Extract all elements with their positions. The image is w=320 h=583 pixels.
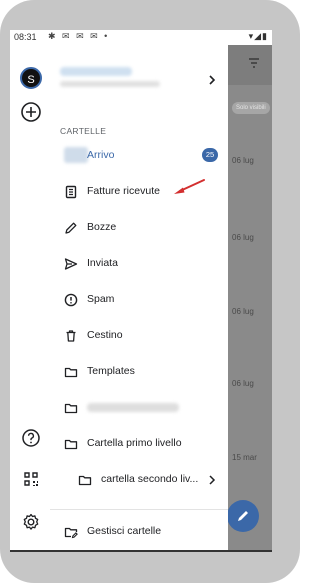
inbox-icon-redacted [64, 147, 88, 163]
folder-icon [64, 367, 78, 378]
message-date: 15 mar [232, 453, 257, 462]
account-rail: S [10, 45, 50, 550]
folder-label: Arrivo [87, 149, 115, 161]
unread-badge: 25 [202, 148, 218, 162]
filter-chip: Solo visibili [232, 102, 270, 114]
folder-cestino[interactable]: Cestino [50, 321, 228, 351]
pencil-icon [238, 511, 248, 521]
spam-icon [64, 293, 78, 307]
manage-folders-label: Gestisci cartelle [87, 525, 162, 537]
add-account-icon[interactable] [20, 101, 42, 123]
settings-gear-icon[interactable] [20, 511, 42, 533]
account-name-redacted [60, 67, 132, 76]
folder-inviata[interactable]: Inviata [50, 249, 228, 279]
home-indicator [10, 550, 272, 552]
folder-icon [64, 403, 78, 414]
invoice-icon [65, 185, 77, 199]
folder-label: cartella secondo liv... [101, 473, 199, 485]
message-date: 06 lug [232, 379, 254, 388]
message-date: 06 lug [232, 156, 254, 165]
qr-code-icon[interactable] [20, 468, 42, 490]
message-date: 06 lug [232, 233, 254, 242]
folder-label: Templates [87, 365, 135, 377]
folder-name-redacted [87, 403, 179, 412]
trash-icon [66, 330, 76, 342]
status-bar: 08:31 ✱ ✉ ✉ ✉ • ▾◢▮ [10, 30, 272, 45]
folder-label: Spam [87, 293, 115, 305]
send-icon [64, 258, 78, 270]
signal-battery-icons: ▾◢▮ [248, 31, 268, 41]
folder-label: Cartella primo livello [87, 437, 182, 449]
folder-bozze[interactable]: Bozze [50, 213, 228, 243]
folder-templates[interactable]: Templates [50, 357, 228, 387]
filter-icon [249, 58, 259, 68]
section-title: CARTELLE [60, 126, 107, 136]
pencil-icon [65, 222, 77, 234]
chevron-right-icon[interactable] [207, 474, 217, 486]
avatar[interactable]: S [20, 67, 42, 89]
folder-icon [78, 475, 92, 486]
folder-redacted[interactable] [50, 393, 228, 423]
folder-label: Bozze [87, 221, 117, 233]
chevron-right-icon[interactable] [206, 74, 218, 86]
folder-spam[interactable]: Spam [50, 285, 228, 315]
folder-edit-icon [64, 527, 78, 539]
status-time: 08:31 [14, 32, 37, 42]
notification-icons: ✱ ✉ ✉ ✉ • [48, 31, 110, 41]
folder-drawer: CARTELLE Arrivo 25 Fatture ricevute Bozz… [50, 45, 228, 550]
help-icon[interactable] [20, 427, 42, 449]
account-email-redacted [60, 81, 160, 87]
folder-label: Fatture ricevute [87, 185, 160, 197]
message-date: 06 lug [232, 307, 254, 316]
folder-inbox[interactable]: Arrivo 25 [50, 141, 228, 171]
folder-cartella-primo-livello[interactable]: Cartella primo livello [50, 429, 228, 459]
folder-icon [64, 439, 78, 450]
folder-label: Inviata [87, 257, 118, 269]
compose-button[interactable] [227, 500, 259, 532]
manage-folders-button[interactable]: Gestisci cartelle [50, 517, 228, 547]
folder-cartella-secondo-livello[interactable]: cartella secondo liv... [50, 465, 228, 495]
folder-label: Cestino [87, 329, 123, 341]
account-header[interactable] [60, 67, 190, 87]
annotation-arrow-icon [174, 179, 205, 194]
divider [50, 509, 228, 510]
